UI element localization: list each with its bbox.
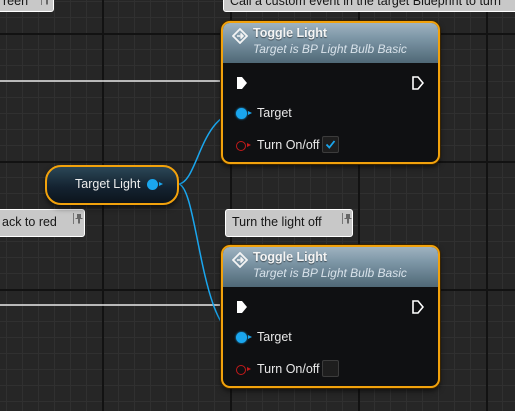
variable-label: Target Light [75, 177, 141, 191]
function-icon [232, 28, 248, 44]
target-light-variable-node[interactable]: Target Light [45, 165, 179, 205]
node-header[interactable]: Toggle Light Target is BP Light Bulb Bas… [223, 247, 438, 287]
comment-text: ack to red [2, 215, 57, 229]
pin-icon[interactable] [73, 213, 84, 224]
target-pin-label: Target [257, 106, 292, 120]
function-icon [232, 252, 248, 268]
turn-on-off-checkbox[interactable] [322, 360, 339, 377]
bool-input-pin[interactable] [236, 365, 251, 375]
node-subtitle: Target is BP Light Bulb Basic [253, 266, 407, 280]
comment-bubble[interactable]: ack to red [0, 209, 85, 237]
object-output-pin[interactable] [147, 179, 163, 190]
node-title: Toggle Light [253, 250, 328, 264]
toggle-pin-label: Turn On/off [257, 138, 320, 152]
target-input-pin[interactable] [236, 332, 252, 343]
comment-text: Call a custom event in the target Bluepr… [230, 0, 501, 8]
checkmark-icon [325, 140, 336, 149]
node-header[interactable]: Toggle Light Target is BP Light Bulb Bas… [223, 23, 438, 63]
node-title: Toggle Light [253, 26, 328, 40]
exec-input-pin[interactable] [236, 76, 248, 90]
turn-on-off-checkbox[interactable] [322, 136, 339, 153]
toggle-pin-label: Turn On/off [257, 362, 320, 376]
comment-text: reen [3, 0, 29, 8]
exec-output-pin[interactable] [412, 300, 424, 314]
comment-bubble[interactable]: reen [0, 0, 54, 12]
toggle-light-node-bottom[interactable]: Toggle Light Target is BP Light Bulb Bas… [221, 245, 440, 388]
exec-output-pin[interactable] [412, 76, 424, 90]
bool-input-pin[interactable] [236, 141, 251, 151]
node-subtitle: Target is BP Light Bulb Basic [253, 42, 407, 56]
toggle-light-node-top[interactable]: Toggle Light Target is BP Light Bulb Bas… [221, 21, 440, 164]
comment-bubble[interactable]: Call a custom event in the target Bluepr… [223, 0, 515, 12]
exec-input-pin[interactable] [236, 300, 248, 314]
comment-text: Turn the light off [232, 215, 322, 229]
target-pin-label: Target [257, 330, 292, 344]
target-input-pin[interactable] [236, 108, 252, 119]
pin-icon[interactable] [41, 0, 52, 5]
pin-icon[interactable] [342, 213, 353, 224]
comment-bubble[interactable]: Turn the light off [225, 209, 353, 237]
